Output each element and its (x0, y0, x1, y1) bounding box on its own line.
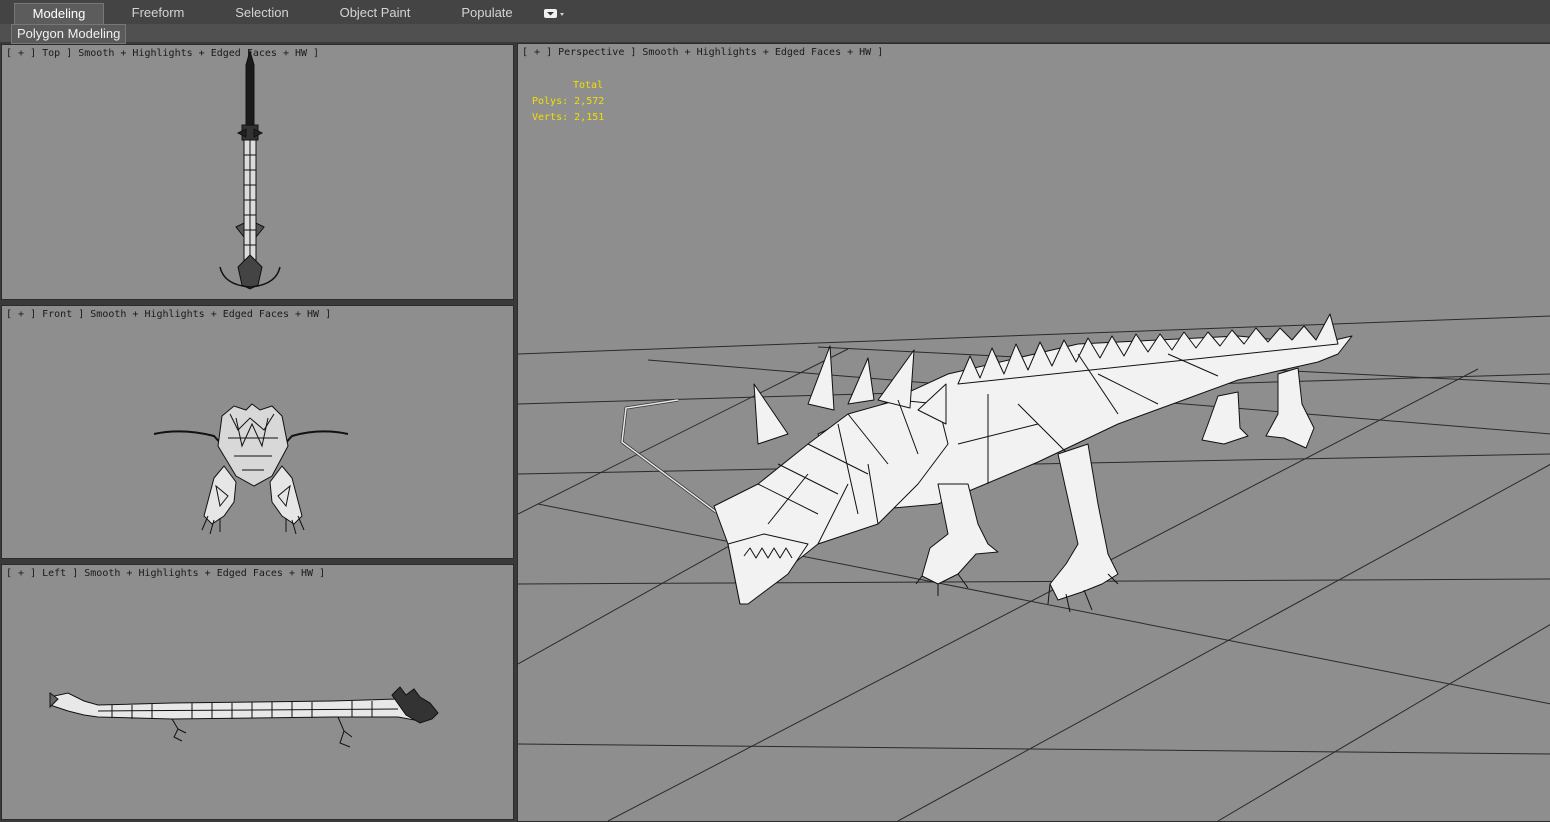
top-view-mesh (219, 49, 281, 290)
polys-label: Polys: (532, 96, 569, 107)
polygon-modeling-panel-button[interactable]: Polygon Modeling (11, 24, 127, 44)
stats-header: Total (573, 80, 604, 91)
viewport-left-label[interactable]: [ + ] Left ] Smooth + Highlights + Edged… (6, 568, 325, 579)
dropdown-icon (544, 9, 564, 18)
verts-label: Verts: (532, 112, 569, 123)
stats-polys-row: Polys: 2,572 (532, 94, 604, 110)
tab-modeling[interactable]: Modeling (14, 3, 104, 24)
tab-populate[interactable]: Populate (452, 3, 522, 23)
ribbon-tab-bar: Modeling Freeform Selection Object Paint… (0, 0, 1550, 25)
viewport-top-label[interactable]: [ + ] Top ] Smooth + Highlights + Edged … (6, 48, 319, 59)
stats-verts-row: Verts: 2,151 (532, 110, 604, 126)
viewport-perspective-label[interactable]: [ + ] Perspective ] Smooth + Highlights … (522, 47, 883, 58)
statistics-overlay: Total Polys: 2,572 Verts: 2,151 (532, 78, 604, 126)
front-view-mesh (153, 403, 349, 535)
viewport-left[interactable]: [ + ] Left ] Smooth + Highlights + Edged… (1, 564, 514, 820)
tab-selection[interactable]: Selection (222, 3, 302, 23)
polys-value: 2,572 (574, 96, 605, 107)
dragon-mesh (620, 313, 1353, 613)
verts-value: 2,151 (574, 112, 605, 123)
viewport-front[interactable]: [ + ] Front ] Smooth + Highlights + Edge… (1, 305, 514, 559)
viewport-top[interactable]: [ + ] Top ] Smooth + Highlights + Edged … (1, 44, 514, 300)
tab-object-paint[interactable]: Object Paint (332, 3, 418, 23)
tab-freeform[interactable]: Freeform (118, 3, 198, 23)
ribbon-menu-button[interactable] (543, 7, 565, 19)
viewport-front-label[interactable]: [ + ] Front ] Smooth + Highlights + Edge… (6, 309, 331, 320)
left-view-mesh (49, 686, 439, 748)
ribbon-panel: Polygon Modeling (0, 24, 1550, 44)
viewport-perspective[interactable]: [ + ] Perspective ] Smooth + Highlights … (517, 43, 1550, 822)
